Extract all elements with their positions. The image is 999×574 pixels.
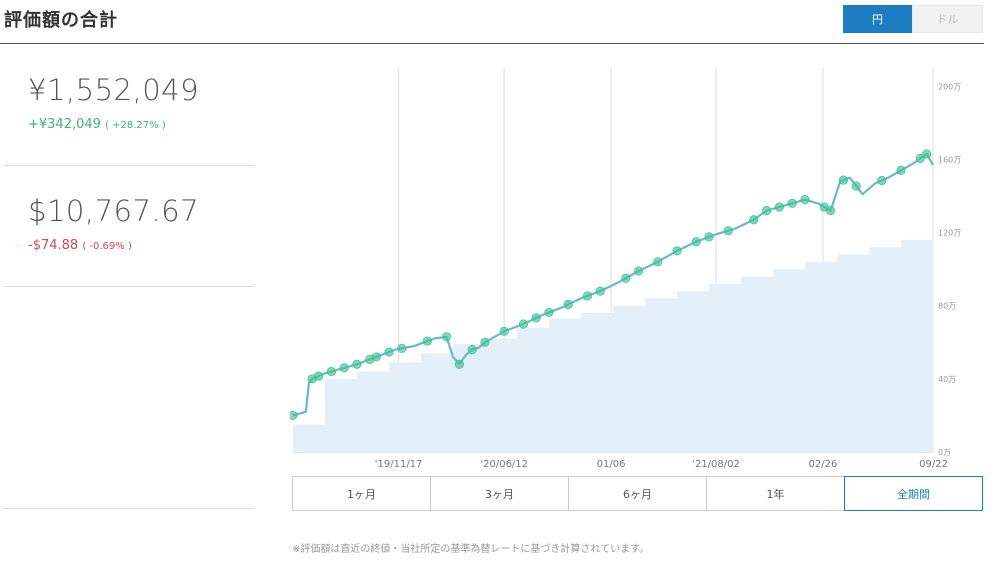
x-tick-label: 01/06: [597, 459, 626, 470]
trade-marker: [653, 257, 663, 267]
page-title: 評価額の合計: [4, 10, 118, 31]
trade-marker: [371, 352, 381, 362]
trade-marker: [352, 359, 362, 369]
trade-marker: [544, 307, 554, 318]
y-tick-label: 120万: [938, 229, 961, 238]
change-jpy: +¥342,049 ( +28.27% ): [28, 117, 166, 132]
chart-svg: 0万 40万 80万 120万 160万 200万 '19/11/17 '20/06/12 01…: [290, 68, 961, 470]
total-value-jpy: ¥1,552,049: [28, 73, 200, 107]
y-tick-label: 40万: [938, 375, 956, 384]
y-tick-label: 200万: [938, 82, 961, 91]
trade-marker: [921, 149, 932, 159]
trade-marker: [633, 266, 644, 276]
trade-marker: [326, 366, 337, 377]
trade-marker: [877, 175, 887, 186]
currency-usd-button[interactable]: ドル: [912, 5, 983, 33]
trade-marker: [896, 165, 906, 176]
y-tick-label: 0万: [938, 448, 951, 457]
change-amount-jpy: +¥342,049: [28, 117, 101, 132]
tab-all-time[interactable]: 全期間: [844, 476, 983, 511]
x-tick-label: 02/26: [809, 459, 838, 470]
trade-marker: [851, 181, 861, 191]
trade-marker: [723, 226, 733, 236]
summary-spacer: [4, 287, 254, 509]
summary-jpy: ¥1,552,049 +¥342,049 ( +28.27% ): [4, 45, 254, 166]
trade-marker: [422, 336, 432, 346]
valuation-chart: 0万 40万 80万 120万 160万 200万 '19/11/17 '20/06/12 01…: [290, 68, 990, 470]
trade-marker: [825, 206, 836, 216]
trade-marker: [290, 410, 298, 421]
trade-marker: [800, 195, 810, 205]
trade-marker: [749, 215, 759, 225]
principal-area: [293, 232, 933, 452]
trade-marker: [595, 286, 605, 296]
header: 評価額の合計 円 ドル: [0, 0, 984, 44]
y-tick-label: 160万: [938, 155, 961, 164]
tab-1-month[interactable]: 1ヶ月: [293, 477, 431, 510]
trade-marker: [838, 175, 849, 185]
currency-jpy-button[interactable]: 円: [843, 5, 912, 33]
trade-marker: [467, 344, 477, 355]
y-tick-label: 80万: [938, 302, 956, 311]
range-tabs: 1ヶ月 3ヶ月 6ヶ月 1年 全期間: [292, 476, 983, 511]
currency-toggle: 円 ドル: [843, 5, 983, 33]
trade-marker: [518, 319, 528, 329]
trade-marker: [480, 337, 490, 347]
trade-marker: [787, 198, 797, 208]
x-tick-label: '21/08/02: [692, 459, 740, 470]
x-tick-label: 09/22: [919, 459, 948, 470]
tab-3-months[interactable]: 3ヶ月: [431, 477, 569, 510]
trade-marker: [704, 232, 714, 242]
tab-6-months[interactable]: 6ヶ月: [569, 477, 707, 510]
change-pct-usd: ( -0.69% ): [82, 241, 132, 252]
footnote: ※評価額は直近の終値・当社所定の基準為替レートに基づき計算されています。: [292, 544, 650, 555]
trade-marker: [691, 237, 701, 247]
trade-marker: [582, 291, 592, 301]
trade-marker: [531, 313, 541, 323]
trade-marker: [563, 299, 573, 310]
trade-marker: [499, 326, 509, 336]
trade-marker: [397, 343, 407, 353]
trade-marker: [442, 332, 452, 342]
trade-marker: [672, 246, 682, 256]
trade-marker: [774, 202, 784, 212]
trade-marker: [761, 206, 772, 216]
change-amount-usd: -$74.88: [28, 238, 79, 253]
total-value-usd: $10,767.67: [28, 194, 200, 228]
tab-1-year[interactable]: 1年: [707, 477, 845, 510]
change-usd: -$74.88 ( -0.69% ): [28, 238, 132, 253]
trade-marker: [314, 371, 324, 381]
summary-panel: ¥1,552,049 +¥342,049 ( +28.27% ) $10,767…: [4, 45, 254, 509]
trade-marker: [454, 359, 464, 369]
change-pct-jpy: ( +28.27% ): [105, 120, 166, 131]
trade-marker: [384, 347, 394, 357]
x-tick-label: '20/06/12: [480, 459, 528, 470]
x-tick-label: '19/11/17: [375, 459, 423, 470]
trade-marker: [339, 363, 349, 373]
trade-marker: [621, 273, 631, 283]
summary-usd: $10,767.67 -$74.88 ( -0.69% ): [4, 166, 254, 287]
